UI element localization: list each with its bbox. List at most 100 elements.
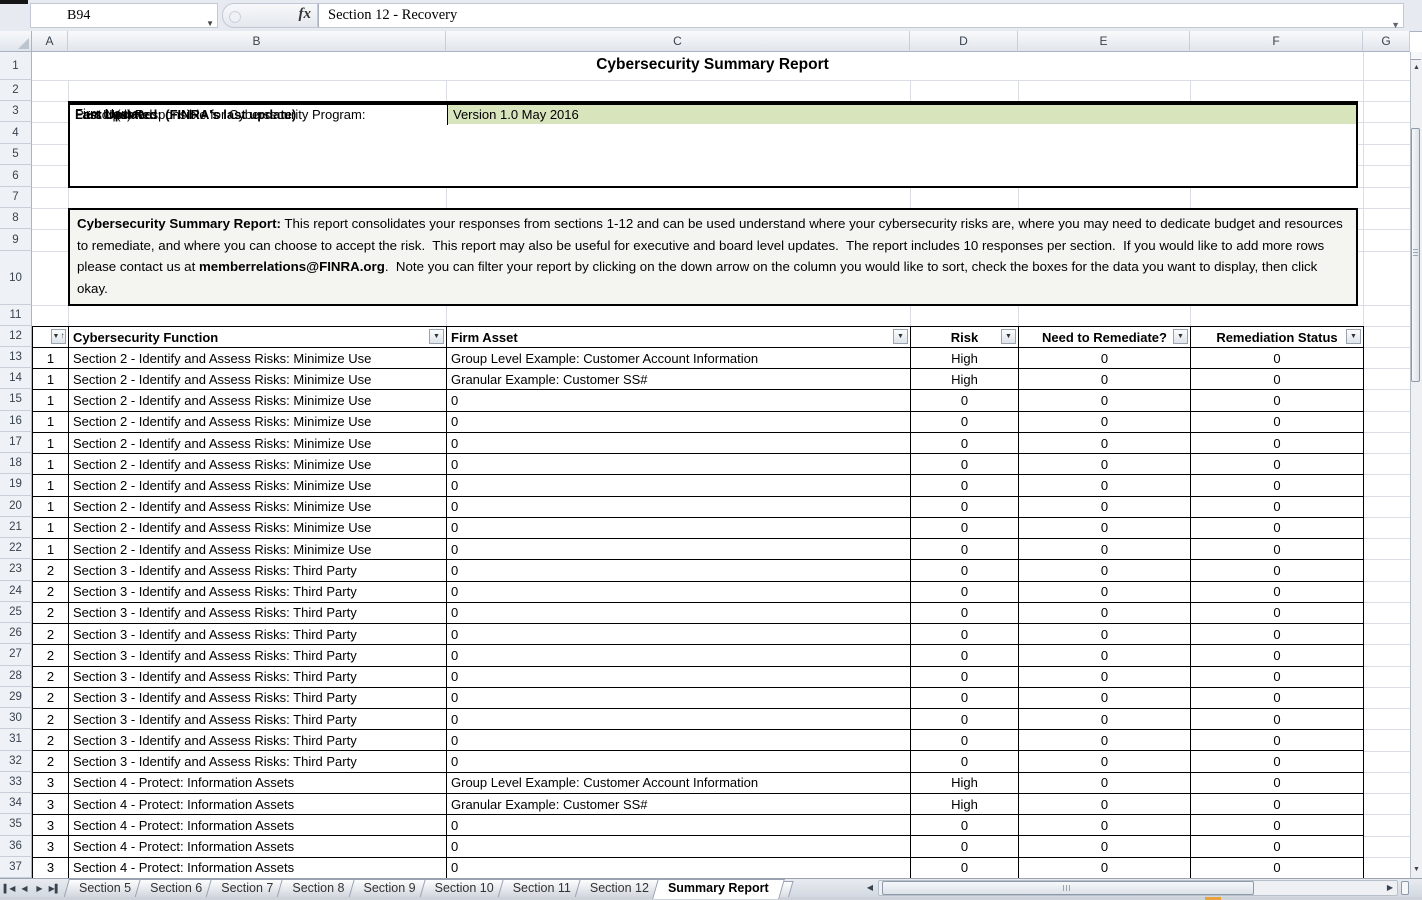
cell-status[interactable]: 0 <box>1191 858 1364 879</box>
row-header-14[interactable]: 14 <box>0 368 32 389</box>
row-header-26[interactable]: 26 <box>0 623 32 644</box>
cell-risk[interactable]: 0 <box>911 390 1019 411</box>
cell-function[interactable]: Section 4 - Protect: Information Assets <box>69 794 447 815</box>
cell-asset[interactable]: Granular Example: Customer SS# <box>447 369 911 390</box>
row-header-12[interactable]: 12 <box>0 326 32 347</box>
cell-status[interactable]: 0 <box>1191 709 1364 730</box>
cell-function[interactable]: Section 3 - Identify and Assess Risks: T… <box>69 624 447 645</box>
row-header-34[interactable]: 34 <box>0 793 32 814</box>
cell-asset[interactable]: Granular Example: Customer SS# <box>447 794 911 815</box>
cell-asset[interactable]: 0 <box>447 539 911 560</box>
cell-remediate[interactable]: 0 <box>1019 369 1191 390</box>
header-cell-index[interactable]: ▼↑ <box>33 327 69 348</box>
cell-function[interactable]: Section 2 - Identify and Assess Risks: M… <box>69 454 447 475</box>
tab-split-handle[interactable] <box>1401 881 1409 895</box>
cell-remediate[interactable]: 0 <box>1019 751 1191 772</box>
horizontal-scroll-thumb[interactable] <box>882 881 1254 895</box>
cell-remediate[interactable]: 0 <box>1019 667 1191 688</box>
filter-button-risk[interactable]: ▼ <box>1001 329 1016 344</box>
cell-function[interactable]: Section 3 - Identify and Assess Risks: T… <box>69 667 447 688</box>
cell-remediate[interactable]: 0 <box>1019 582 1191 603</box>
cell-function[interactable]: Section 3 - Identify and Assess Risks: T… <box>69 730 447 751</box>
cell-risk[interactable]: 0 <box>911 815 1019 836</box>
cell-asset[interactable]: 0 <box>447 454 911 475</box>
cell-remediate[interactable]: 0 <box>1019 730 1191 751</box>
cell-asset[interactable]: 0 <box>447 390 911 411</box>
cell-status[interactable]: 0 <box>1191 475 1364 496</box>
cell-remediate[interactable]: 0 <box>1019 497 1191 518</box>
row-header-6[interactable]: 6 <box>0 165 32 187</box>
cell-remediate[interactable]: 0 <box>1019 412 1191 433</box>
cell-risk[interactable]: 0 <box>911 475 1019 496</box>
cell-function[interactable]: Section 3 - Identify and Assess Risks: T… <box>69 560 447 581</box>
cell-status[interactable]: 0 <box>1191 836 1364 857</box>
header-cell-function[interactable]: Cybersecurity Function ▼ <box>69 327 447 348</box>
cell-function[interactable]: Section 2 - Identify and Assess Risks: M… <box>69 497 447 518</box>
cell-remediate[interactable]: 0 <box>1019 709 1191 730</box>
cell-function[interactable]: Section 2 - Identify and Assess Risks: M… <box>69 475 447 496</box>
cell-status[interactable]: 0 <box>1191 369 1364 390</box>
cell-status[interactable]: 0 <box>1191 603 1364 624</box>
cell-remediate[interactable]: 0 <box>1019 348 1191 369</box>
cell-risk[interactable]: 0 <box>911 624 1019 645</box>
cell-status[interactable]: 0 <box>1191 560 1364 581</box>
cell-asset[interactable]: 0 <box>447 582 911 603</box>
cell-risk[interactable]: 0 <box>911 751 1019 772</box>
filter-button-asset[interactable]: ▼ <box>893 329 908 344</box>
row-header-28[interactable]: 28 <box>0 666 32 687</box>
cell-remediate[interactable]: 0 <box>1019 624 1191 645</box>
formula-input[interactable]: Section 12 - Recovery ▼ <box>318 3 1404 28</box>
cell-asset[interactable]: 0 <box>447 688 911 709</box>
sheet-tab-section-10[interactable]: Section 10 <box>422 879 507 898</box>
cell-index[interactable]: 1 <box>33 497 69 518</box>
cell-risk[interactable]: 0 <box>911 582 1019 603</box>
row-header-4[interactable]: 4 <box>0 122 32 144</box>
row-header-5[interactable]: 5 <box>0 144 32 165</box>
cell-risk[interactable]: 0 <box>911 412 1019 433</box>
cell-status[interactable]: 0 <box>1191 624 1364 645</box>
cell-risk[interactable]: High <box>911 348 1019 369</box>
cell-asset[interactable]: 0 <box>447 603 911 624</box>
cell-index[interactable]: 1 <box>33 390 69 411</box>
hscroll-right-button[interactable]: ▶ <box>1382 880 1398 896</box>
cell-asset[interactable]: 0 <box>447 560 911 581</box>
row-header-9[interactable]: 9 <box>0 229 32 251</box>
cell-remediate[interactable]: 0 <box>1019 560 1191 581</box>
row-header-22[interactable]: 22 <box>0 538 32 559</box>
cell-risk[interactable]: High <box>911 369 1019 390</box>
cell-remediate[interactable]: 0 <box>1019 794 1191 815</box>
cell-remediate[interactable]: 0 <box>1019 836 1191 857</box>
row-header-16[interactable]: 16 <box>0 411 32 432</box>
cell-index[interactable]: 2 <box>33 560 69 581</box>
cell-risk[interactable]: 0 <box>911 645 1019 666</box>
cell-status[interactable]: 0 <box>1191 815 1364 836</box>
row-header-17[interactable]: 17 <box>0 432 32 453</box>
row-header-33[interactable]: 33 <box>0 772 32 793</box>
row-header-11[interactable]: 11 <box>0 305 32 326</box>
cell-function[interactable]: Section 3 - Identify and Assess Risks: T… <box>69 645 447 666</box>
cell-asset[interactable]: 0 <box>447 730 911 751</box>
cell-function[interactable]: Section 2 - Identify and Assess Risks: M… <box>69 412 447 433</box>
cell-risk[interactable]: 0 <box>911 433 1019 454</box>
cell-function[interactable]: Section 3 - Identify and Assess Risks: T… <box>69 751 447 772</box>
cell-remediate[interactable]: 0 <box>1019 858 1191 879</box>
row-header-24[interactable]: 24 <box>0 581 32 602</box>
cell-index[interactable]: 2 <box>33 667 69 688</box>
row-header-19[interactable]: 19 <box>0 474 32 495</box>
cell-remediate[interactable]: 0 <box>1019 390 1191 411</box>
cell-risk[interactable]: 0 <box>911 539 1019 560</box>
cell-index[interactable]: 1 <box>33 475 69 496</box>
cell-function[interactable]: Section 2 - Identify and Assess Risks: M… <box>69 390 447 411</box>
column-header-g[interactable]: G <box>1363 31 1410 52</box>
cell-function[interactable]: Section 2 - Identify and Assess Risks: M… <box>69 433 447 454</box>
cell-status[interactable]: 0 <box>1191 390 1364 411</box>
cell-index[interactable]: 2 <box>33 730 69 751</box>
cell-asset[interactable]: 0 <box>447 751 911 772</box>
cell-asset[interactable]: 0 <box>447 645 911 666</box>
cell-remediate[interactable]: 0 <box>1019 645 1191 666</box>
cell-status[interactable]: 0 <box>1191 412 1364 433</box>
cell-status[interactable]: 0 <box>1191 497 1364 518</box>
cell-index[interactable]: 1 <box>33 518 69 539</box>
scroll-up-button[interactable]: ▲ <box>1411 60 1422 75</box>
cell-function[interactable]: Section 2 - Identify and Assess Risks: M… <box>69 518 447 539</box>
